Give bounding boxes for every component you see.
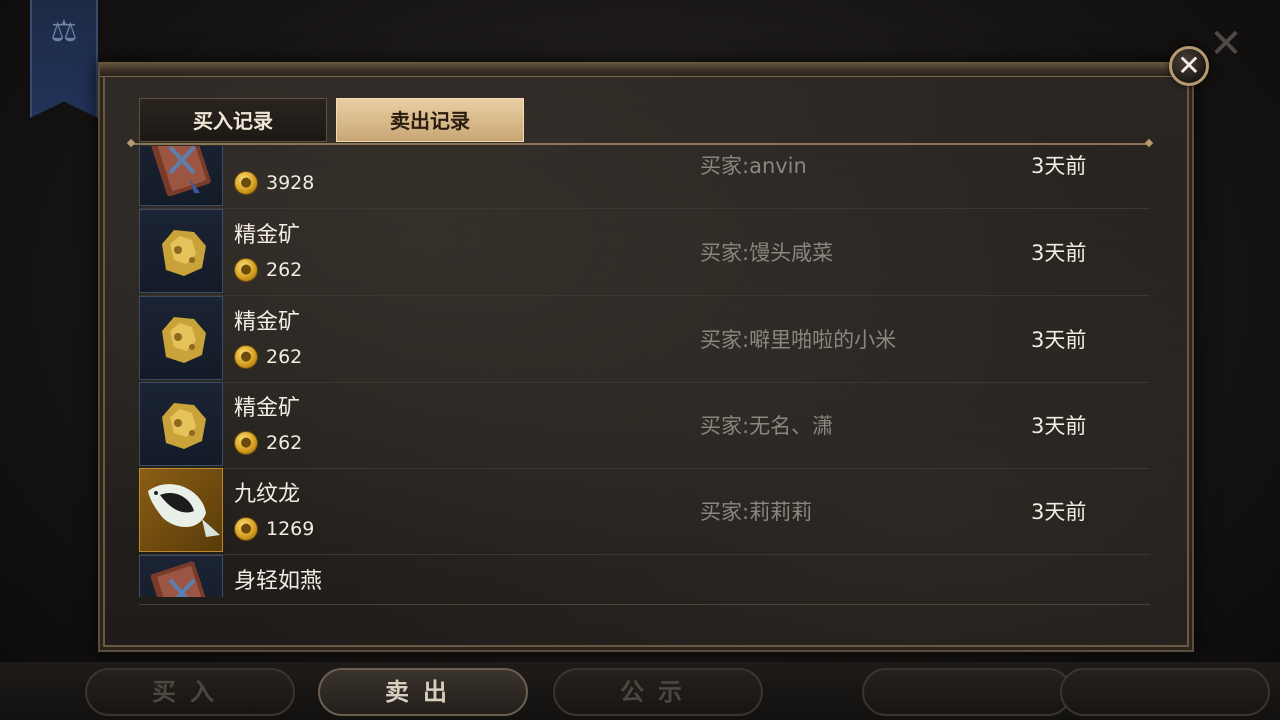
sale-time: 3天前 [1031,328,1087,352]
item-name: 精金矿 [234,396,301,421]
buyer-name: 买家:无名、潇 [700,414,834,438]
list-item: 精金矿 ● 262 买家:噼里啪啦的小米 3天前 [139,296,1150,383]
buyer-name: 买家:馒头咸菜 [700,241,834,265]
gold-coin-icon: ● [234,258,258,282]
gold-ore-icon [139,296,223,380]
buyer-name: 买家:莉莉莉 [700,500,813,524]
nav-buy-button[interactable]: 买入 [85,668,295,716]
guild-banner: ⚖ [30,0,98,118]
gold-coin-icon: ● [234,345,258,369]
record-list[interactable]: ● 3928 买家:anvin 3天前 精金矿 ● 262 买家:馒头咸菜 3天… [139,146,1150,597]
item-name: 精金矿 [234,310,301,335]
price-value: 262 [266,259,303,281]
nav-locked-button [862,668,1072,716]
skill-book-icon [139,146,223,206]
gold-coin-icon: ● [234,431,258,455]
gold-ore-icon [139,382,223,466]
background-close-icon: ✕ [1209,21,1243,67]
nav-sell-button[interactable]: 卖出 [318,668,528,716]
panel-header-bar [100,62,1188,77]
item-price: ● 1269 [234,516,314,542]
tab-divider [130,143,1150,145]
sale-time: 3天前 [1031,154,1087,178]
item-price: ● 3928 [234,170,314,196]
balance-scale-icon: ⚖ [50,14,78,49]
list-bottom-divider [139,604,1150,605]
price-value: 262 [266,432,303,454]
sale-time: 3天前 [1031,241,1087,265]
item-name: 精金矿 [234,223,301,248]
item-name: 身轻如燕 [234,569,323,594]
list-item: 精金矿 ● 262 买家:馒头咸菜 3天前 [139,209,1150,296]
tab-buy-record[interactable]: 买入记录 [139,98,327,142]
sale-time: 3天前 [1031,414,1087,438]
price-value: 1269 [266,518,315,540]
skill-book-icon [139,555,223,597]
item-price: ● 262 [234,344,302,370]
item-name: 九纹龙 [234,482,301,507]
list-item: ● 3928 买家:anvin 3天前 [139,146,1150,209]
list-item: 九纹龙 ● 1269 买家:莉莉莉 3天前 [139,468,1150,555]
list-item: 精金矿 ● 262 买家:无名、潇 3天前 [139,382,1150,469]
price-value: 3928 [266,172,315,194]
nav-locked-button [1060,668,1270,716]
buyer-name: 买家:anvin [700,154,807,178]
close-button[interactable]: ✕ [1169,46,1209,86]
buyer-name: 买家:噼里啪啦的小米 [700,328,897,352]
list-item: 身轻如燕 [139,555,1150,597]
price-value: 262 [266,346,303,368]
gold-coin-icon: ● [234,517,258,541]
gold-coin-icon: ● [234,171,258,195]
sale-time: 3天前 [1031,500,1087,524]
tab-sell-record[interactable]: 卖出记录 [336,98,524,142]
nav-notice-button[interactable]: 公示 [553,668,763,716]
item-price: ● 262 [234,257,302,283]
gold-ore-icon [139,209,223,293]
fish-icon [139,468,223,552]
item-price: ● 262 [234,430,302,456]
